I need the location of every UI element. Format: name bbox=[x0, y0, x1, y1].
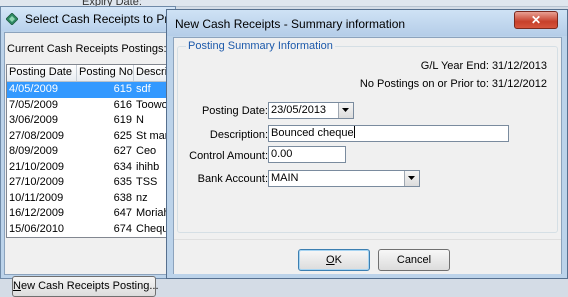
cell-no: 674 bbox=[113, 222, 132, 235]
gl-year-end-text: G/L Year End: 31/12/2013 bbox=[420, 60, 547, 72]
window-client-area: Current Cash Receipts Postings:- Posting… bbox=[4, 32, 172, 297]
cell-date: 4/05/2009 bbox=[9, 83, 58, 95]
cancel-button[interactable]: Cancel bbox=[378, 249, 450, 271]
table-row[interactable]: 21/10/2009 634 ihihb bbox=[7, 160, 171, 176]
cell-date: 15/06/2010 bbox=[9, 222, 65, 235]
posting-summary-group: Posting Summary Information G/L Year End… bbox=[177, 40, 558, 233]
description-value: Bounced cheque bbox=[271, 127, 354, 139]
control-amount-label: Control Amount: bbox=[189, 150, 268, 162]
table-row[interactable]: 4/05/2009 615 sdf bbox=[7, 82, 171, 98]
cell-no: 625 bbox=[113, 129, 132, 142]
table-row[interactable]: 27/10/2009 635 TSS bbox=[7, 175, 171, 191]
bank-account-label: Bank Account: bbox=[197, 173, 268, 185]
column-header-posting-no[interactable]: Posting No bbox=[77, 65, 134, 81]
postings-caption: Current Cash Receipts Postings:- bbox=[7, 43, 171, 55]
posting-date-label: Posting Date: bbox=[201, 105, 268, 117]
chevron-down-icon[interactable] bbox=[404, 171, 419, 186]
cell-date: 8/09/2009 bbox=[9, 145, 58, 157]
close-icon: ✕ bbox=[530, 13, 542, 27]
control-amount-input[interactable]: 0.00 bbox=[268, 146, 346, 163]
new-button-label: ew Cash Receipts Posting... bbox=[20, 280, 159, 292]
dialog-client-area: Posting Summary Information G/L Year End… bbox=[173, 37, 562, 274]
column-header-posting-date[interactable]: Posting Date bbox=[7, 65, 77, 81]
description-input[interactable]: Bounced cheque bbox=[268, 125, 509, 142]
table-row[interactable]: 3/06/2009 619 N bbox=[7, 113, 171, 129]
cell-no: 634 bbox=[113, 160, 132, 173]
cell-no: 616 bbox=[113, 98, 132, 111]
posting-date-dropdown[interactable]: 23/05/2013 bbox=[268, 102, 354, 119]
group-legend: Posting Summary Information bbox=[186, 40, 335, 52]
table-row[interactable]: 8/09/2009 627 Ceo bbox=[7, 144, 171, 160]
no-postings-text: No Postings on or Prior to: 31/12/2012 bbox=[359, 78, 547, 90]
app-diamond-icon bbox=[6, 13, 18, 25]
ok-button[interactable]: OK bbox=[298, 249, 370, 271]
summary-information-dialog: New Cash Receipts - Summary information … bbox=[166, 9, 568, 279]
ok-mnemonic: O bbox=[326, 254, 335, 266]
window-titlebar: Select Cash Receipts to Process bbox=[1, 7, 200, 31]
new-cash-receipts-posting-button[interactable]: New Cash Receipts Posting... bbox=[12, 276, 159, 297]
dialog-titlebar[interactable]: New Cash Receipts - Summary information … bbox=[167, 10, 567, 36]
dialog-title: New Cash Receipts - Summary information bbox=[175, 17, 406, 31]
cell-no: 635 bbox=[113, 176, 132, 188]
text-caret bbox=[353, 126, 355, 138]
table-row[interactable]: 16/12/2009 647 Moriah bbox=[7, 206, 171, 222]
new-button-mnemonic: N bbox=[13, 280, 21, 292]
table-row[interactable]: 27/08/2009 625 St mary bbox=[7, 129, 171, 145]
cell-no: 627 bbox=[113, 145, 132, 157]
dialog-button-bar: OK Cancel bbox=[174, 239, 561, 274]
cell-no: 619 bbox=[113, 114, 132, 126]
cell-date: 21/10/2009 bbox=[9, 160, 65, 173]
postings-table[interactable]: Posting Date Posting No Description 4/05… bbox=[6, 64, 172, 238]
table-row[interactable]: 10/11/2009 638 nz bbox=[7, 191, 171, 207]
chevron-down-icon[interactable] bbox=[338, 103, 353, 118]
cell-no: 615 bbox=[113, 83, 132, 95]
table-header: Posting Date Posting No Description bbox=[7, 65, 171, 82]
bank-account-value: MAIN bbox=[271, 172, 299, 184]
cell-date: 10/11/2009 bbox=[9, 191, 64, 204]
close-button[interactable]: ✕ bbox=[514, 11, 558, 29]
bank-account-dropdown[interactable]: MAIN bbox=[268, 170, 420, 187]
ok-label: K bbox=[334, 254, 342, 266]
table-row[interactable]: 15/06/2010 674 Cheque bbox=[7, 222, 171, 238]
posting-date-value: 23/05/2013 bbox=[271, 104, 327, 116]
cell-no: 647 bbox=[113, 207, 132, 219]
cell-date: 27/10/2009 bbox=[9, 176, 65, 188]
cell-date: 16/12/2009 bbox=[9, 207, 65, 219]
cell-no: 638 bbox=[113, 191, 132, 204]
control-amount-value: 0.00 bbox=[271, 148, 293, 160]
select-cash-receipts-window: Select Cash Receipts to Process Current … bbox=[0, 6, 200, 297]
cell-date: 27/08/2009 bbox=[9, 129, 65, 142]
table-row[interactable]: 7/05/2009 616 Toowoomba bbox=[7, 98, 171, 114]
cell-date: 7/05/2009 bbox=[9, 98, 58, 111]
cell-date: 3/06/2009 bbox=[9, 114, 58, 126]
description-label: Description: bbox=[209, 129, 268, 141]
